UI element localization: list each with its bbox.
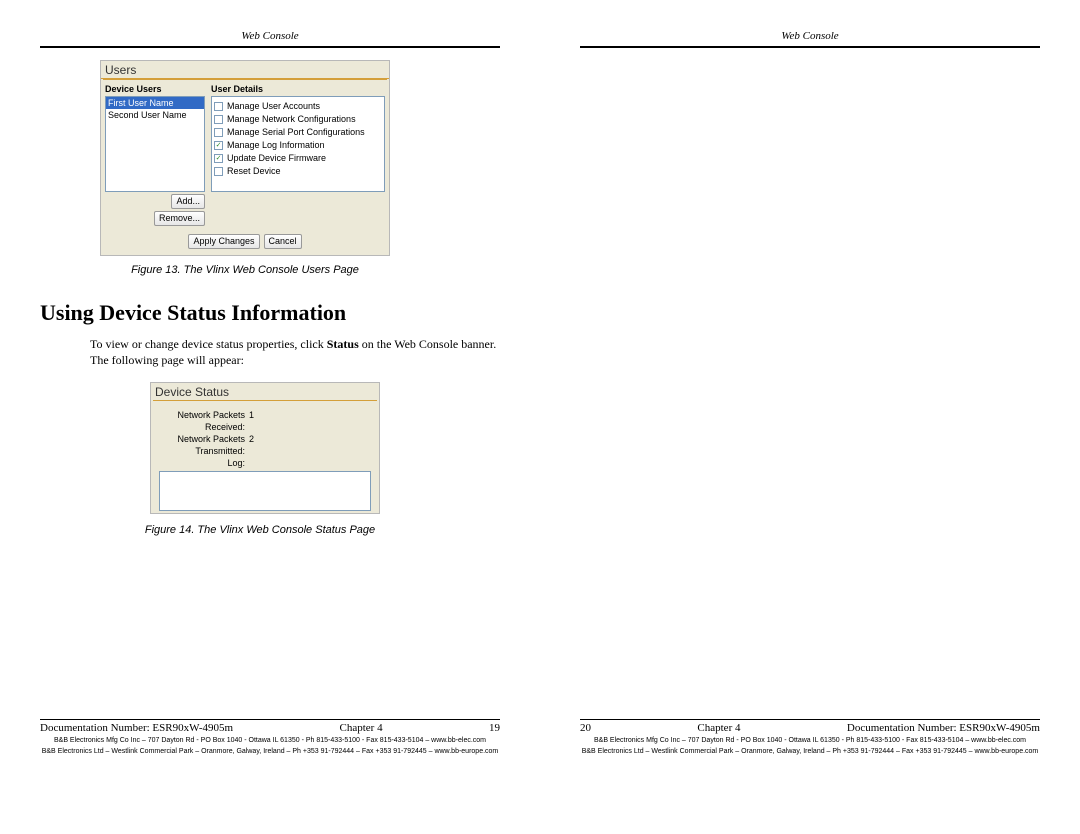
users-panel-footer: Apply Changes Cancel [101,230,389,255]
page-footer-right: 20 Chapter 4 Documentation Number: ESR90… [580,719,1040,756]
perm-update-firmware[interactable]: ✓ Update Device Firmware [214,153,382,164]
footer-address-1: B&B Electronics Mfg Co Inc – 707 Dayton … [40,736,500,745]
checkbox-icon[interactable] [214,128,223,137]
header-rule [580,46,1040,48]
list-item[interactable]: Second User Name [106,109,204,121]
checkbox-icon[interactable]: ✓ [214,141,223,150]
user-details-column: User Details Manage User Accounts Manage… [211,84,385,226]
device-users-column: Device Users First User Name Second User… [105,84,205,226]
perm-label: Reset Device [227,166,281,177]
add-user-button[interactable]: Add... [171,194,205,209]
page-header-label: Web Console [580,30,1040,42]
accent-rule [153,400,377,401]
footer-address-2: B&B Electronics Ltd – Westlink Commercia… [40,747,500,756]
perm-label: Manage Serial Port Configurations [227,127,365,138]
users-listbox[interactable]: First User Name Second User Name [105,96,205,192]
packets-received-row: Network Packets Received: 1 [159,409,371,433]
footer-address-1: B&B Electronics Mfg Co Inc – 707 Dayton … [580,736,1040,745]
remove-user-button[interactable]: Remove... [154,211,205,226]
user-details-box: Manage User Accounts Manage Network Conf… [211,96,385,192]
body-paragraph: To view or change device status properti… [90,336,500,368]
users-panel-body: Device Users First User Name Second User… [101,82,389,230]
accent-rule [103,79,387,80]
list-item[interactable]: First User Name [106,97,204,109]
checkbox-icon[interactable] [214,102,223,111]
footer-line-1: Documentation Number: ESR90xW-4905m Chap… [40,722,500,734]
device-status-body: Network Packets Received: 1 Network Pack… [151,403,379,513]
log-label: Log: [159,457,249,469]
page-20: Web Console 20 Chapter 4 Documentation N… [540,0,1080,834]
perm-manage-network[interactable]: Manage Network Configurations [214,114,382,125]
header-rule [40,46,500,48]
packets-transmitted-row: Network Packets Transmitted: 2 [159,433,371,457]
user-list-buttons: Add... Remove... [105,194,205,226]
doc-number: Documentation Number: ESR90xW-4905m [40,722,233,734]
footer-address-2: B&B Electronics Ltd – Westlink Commercia… [580,747,1040,756]
perm-label: Update Device Firmware [227,153,326,164]
device-status-title: Device Status [151,383,379,400]
page-footer-left: Documentation Number: ESR90xW-4905m Chap… [40,719,500,756]
device-users-label: Device Users [105,84,205,94]
apply-changes-button[interactable]: Apply Changes [188,234,259,249]
chapter-label: Chapter 4 [340,722,383,734]
checkbox-icon[interactable] [214,167,223,176]
section-heading: Using Device Status Information [40,300,500,326]
body-bold: Status [327,337,359,351]
perm-label: Manage Network Configurations [227,114,356,125]
figure-14-caption: Figure 14. The Vlinx Web Console Status … [115,524,405,536]
checkbox-icon[interactable]: ✓ [214,154,223,163]
doc-number: Documentation Number: ESR90xW-4905m [847,722,1040,734]
footer-line-1: 20 Chapter 4 Documentation Number: ESR90… [580,722,1040,734]
log-row: Log: [159,457,371,469]
packets-transmitted-label: Network Packets Transmitted: [159,433,249,457]
packets-received-value: 1 [249,409,371,433]
page-header-label: Web Console [40,30,500,42]
users-panel: Users Device Users First User Name Secon… [100,60,390,256]
user-details-label: User Details [211,84,385,94]
figure-13-caption: Figure 13. The Vlinx Web Console Users P… [100,264,390,276]
cancel-button[interactable]: Cancel [264,234,302,249]
perm-manage-log[interactable]: ✓ Manage Log Information [214,140,382,151]
page-number: 20 [580,722,591,734]
perm-label: Manage Log Information [227,140,325,151]
packets-transmitted-value: 2 [249,433,371,457]
chapter-label: Chapter 4 [697,722,740,734]
packets-received-label: Network Packets Received: [159,409,249,433]
device-status-panel: Device Status Network Packets Received: … [150,382,380,514]
perm-manage-user-accounts[interactable]: Manage User Accounts [214,101,382,112]
log-textbox[interactable] [159,471,371,511]
users-panel-title: Users [101,61,389,79]
checkbox-icon[interactable] [214,115,223,124]
page-number: 19 [489,722,500,734]
perm-label: Manage User Accounts [227,101,320,112]
perm-reset-device[interactable]: Reset Device [214,166,382,177]
page-19: Web Console Users Device Users First Use… [0,0,540,834]
two-page-spread: Web Console Users Device Users First Use… [0,0,1080,834]
body-text: To view or change device status properti… [90,337,327,351]
perm-manage-serial[interactable]: Manage Serial Port Configurations [214,127,382,138]
